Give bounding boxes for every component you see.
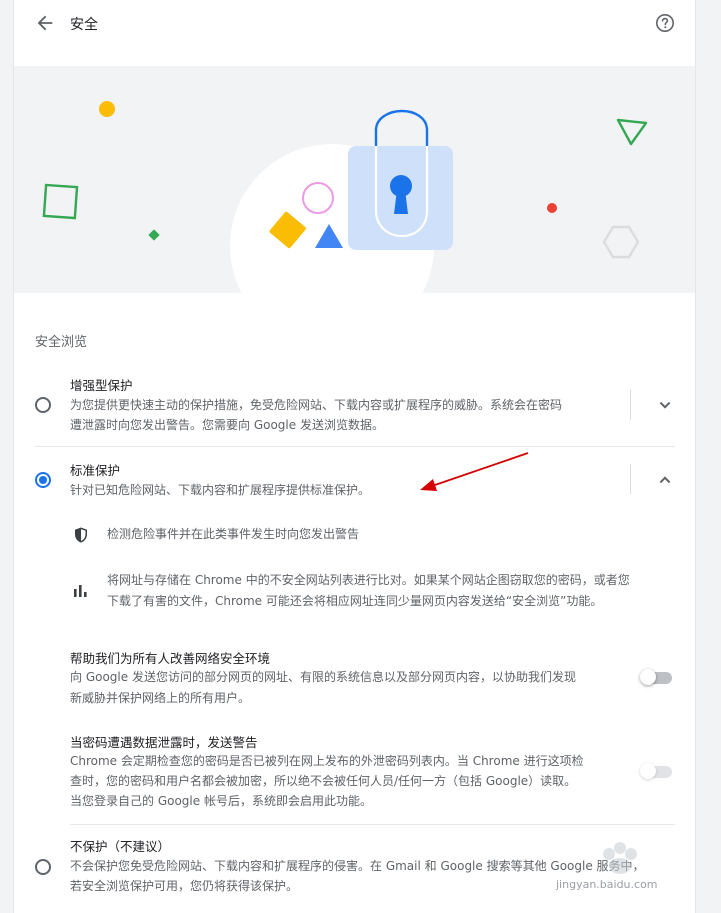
divider-vertical	[630, 390, 631, 420]
option-desc-enhanced-line1: 为您提供更快速主动的保护措施，免受危险网站、下载内容或扩展程序的威胁。系统会在密…	[70, 398, 563, 412]
triangle-outline-green	[616, 118, 648, 146]
bullet-text-compare-line2: 下载了有害的文件，Chrome 可能还会将相应网址连同少量网页内容发送给“安全浏…	[107, 594, 603, 608]
help-icon	[656, 14, 674, 32]
help-button[interactable]	[655, 13, 675, 33]
expand-enhanced-button[interactable]	[653, 393, 677, 417]
annotation-arrow	[420, 452, 529, 491]
square-outline-green	[42, 183, 79, 220]
page-title: 安全	[70, 17, 98, 33]
diamond-green	[148, 229, 160, 241]
arrow-back-icon	[37, 15, 53, 31]
dot-yellow	[99, 101, 115, 117]
back-button[interactable]	[34, 12, 56, 34]
option-title-no-protection: 不保护（不建议）	[70, 839, 171, 854]
hexagon-outline-gray	[602, 225, 640, 259]
shield-bullet	[72, 526, 90, 544]
watermark-text: jingyan.baidu.com	[556, 878, 658, 891]
toggle-title-password-leak: 当密码遭遇数据泄露时，发送警告	[70, 735, 258, 750]
toggle-title-improve-security: 帮助我们为所有人改善网络安全环境	[70, 651, 271, 666]
bar-chart-bullet	[72, 582, 90, 600]
dot-red	[547, 203, 557, 213]
shield-icon	[75, 527, 87, 543]
option-title-enhanced: 增强型保护	[70, 378, 133, 393]
bullet-text-detect: 检测危险事件并在此类事件发生时向您发出警告	[107, 527, 360, 541]
toggle-password-leak[interactable]	[640, 763, 672, 779]
safe-browsing-heading: 安全浏览	[35, 335, 88, 350]
bullet-text-compare-line1: 将网址与存储在 Chrome 中的不安全网站列表进行比对。如果某个网站企图窃取您…	[107, 573, 630, 587]
bar-chart-icon	[74, 585, 87, 597]
toggle-desc-leak-line2: 查时，您的密码和用户名都会被加密，所以绝不会被任何人员/任何一方（包括 Goog…	[70, 774, 577, 788]
toggle-knob	[640, 763, 656, 779]
toggle-desc-improve-line2: 新威胁并保护网络上的所有用户。	[70, 691, 251, 705]
option-desc-enhanced-line2: 遭泄露时向您发出警告。您需要向 Google 发送浏览数据。	[70, 418, 384, 432]
chevron-down-icon	[659, 401, 671, 409]
toggle-desc-leak-line1: Chrome 会定期检查您的密码是否已被列在网上发布的外泄密码列表内。当 Chr…	[70, 754, 584, 768]
option-desc-no-protection-line2: 若安全浏览保护可用，您仍将获得该保护。	[70, 879, 299, 893]
toggle-improve-security[interactable]	[640, 669, 672, 685]
divider	[70, 824, 675, 825]
toggle-desc-improve-line1: 向 Google 发送您访问的部分网页的网址、有限的系统信息以及部分网页内容，以…	[70, 670, 576, 684]
hero-illustration	[14, 66, 695, 293]
settings-card: 安全 安全浏览 增强型保护 为您提供更快速主动的保护措施，免受危险网站、下载内容…	[14, 0, 695, 913]
radio-no-protection[interactable]	[35, 859, 51, 875]
toggle-knob	[640, 669, 656, 685]
radio-enhanced-protection[interactable]	[35, 397, 51, 413]
page-header: 安全	[14, 0, 695, 46]
toggle-desc-leak-line3: 当您登录自己的 Google 帐号后，系统即会启用此功能。	[70, 794, 372, 808]
